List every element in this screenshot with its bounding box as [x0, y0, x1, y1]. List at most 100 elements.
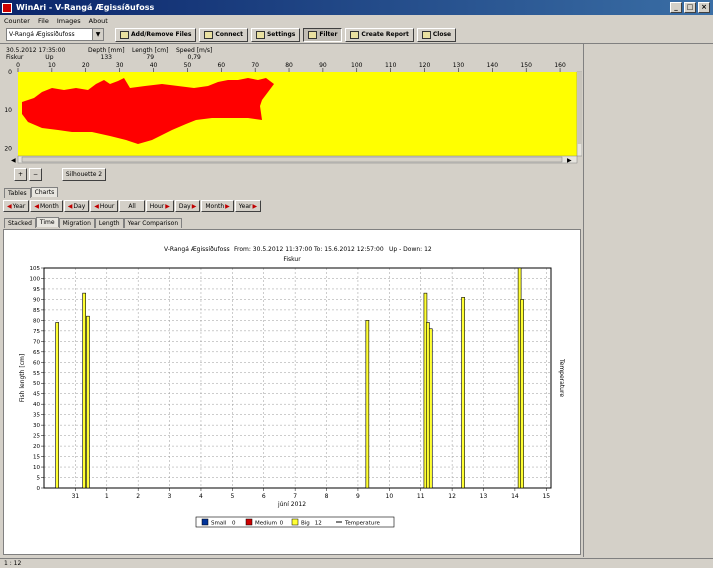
menu-about[interactable]: About: [89, 17, 108, 25]
x-tick-label: 7: [293, 493, 297, 500]
silhouette-y-tick-label: 0: [8, 69, 12, 76]
chart-title: Fiskur: [283, 256, 301, 263]
right-panel: [583, 44, 713, 557]
silhouette-x-tick-label: 90: [319, 62, 327, 69]
x-tick-label: 5: [230, 493, 234, 500]
close-window-button[interactable]: ×: [698, 2, 710, 13]
legend-count-medium: 0: [280, 521, 284, 527]
menu-images[interactable]: Images: [57, 17, 81, 25]
y-tick-label: 25: [33, 434, 40, 440]
silhouette-x-tick-label: 60: [217, 62, 225, 69]
legend-label-temperature: Temperature: [344, 521, 380, 527]
bar-big: [520, 299, 524, 489]
y-tick-label: 15: [33, 455, 40, 461]
add-remove-files-button[interactable]: Add/Remove Files: [115, 27, 197, 42]
arrow-right-icon: ▶: [252, 202, 258, 210]
scroll-left-arrow-icon[interactable]: ◀: [11, 157, 16, 164]
legend-label-medium: Medium: [255, 521, 277, 527]
connect-button[interactable]: Connect: [199, 27, 248, 42]
record-info: 30.5.2012 17:35:00 Fiskur Up: [6, 47, 65, 61]
zoom-out-button[interactable]: −: [29, 168, 42, 181]
silhouette-x-tick-label: 120: [419, 62, 431, 69]
menu-counter[interactable]: Counter: [4, 17, 30, 25]
legend-label-big: Big: [301, 521, 310, 527]
chart-panel: V-Rangá Ægissíðufoss From: 30.5.2012 11:…: [3, 229, 581, 555]
prev-month-button[interactable]: ◀ Month: [30, 200, 63, 212]
bar-big: [428, 328, 433, 489]
next-day-button[interactable]: Day ▶: [174, 200, 201, 212]
speed-label: Speed [m/s]: [176, 47, 213, 54]
zoom-in-icon: +: [17, 171, 24, 178]
files-icon: [120, 30, 129, 39]
bar-big: [365, 320, 370, 489]
next-year-button[interactable]: Year ▶: [234, 200, 262, 212]
settings-icon: [255, 30, 265, 39]
x-tick-label: 6: [262, 493, 266, 500]
add-remove-files-label: Add/Remove Files: [131, 31, 192, 38]
menu-file[interactable]: File: [38, 17, 49, 25]
bar-big: [461, 297, 465, 489]
chart-header-updown: Up - Down: 12: [389, 246, 432, 253]
x-tick-label: 2: [136, 493, 140, 500]
all-button[interactable]: All: [119, 200, 145, 212]
create-report-button[interactable]: Create Report: [345, 27, 414, 42]
x-axis-label: júní 2012: [277, 501, 306, 508]
silhouette-panel: 0 10 20 30 40 50 60 70 80 90 100 110 120 130 140 150 160…: [0, 60, 583, 168]
vertical-scroll-thumb[interactable]: [577, 72, 582, 144]
silhouette-view: 0 10 20 30 40 50 60 70 80 90 100 110 120 130 140 150 160…: [0, 60, 583, 168]
tab-time[interactable]: Time: [35, 217, 59, 227]
zoom-out-icon: −: [32, 171, 39, 178]
y2-axis-label: Temperature: [558, 358, 565, 397]
prev-day-button[interactable]: ◀ Day: [63, 200, 90, 212]
prev-year-button[interactable]: ◀ Year: [3, 200, 30, 212]
silhouette-y-tick-label: 20: [4, 145, 12, 152]
chevron-down-icon[interactable]: ▼: [92, 29, 103, 40]
arrow-left-icon: ◀: [34, 202, 39, 210]
legend-label-small: Small: [211, 521, 227, 527]
horizontal-scroll-thumb[interactable]: [21, 156, 563, 163]
arrow-right-icon: ▶: [165, 202, 170, 210]
location-select-value: V-Rangá Ægissíðufoss: [9, 31, 75, 38]
scroll-right-arrow-icon[interactable]: ▶: [567, 157, 572, 164]
minimize-button[interactable]: _: [670, 2, 682, 13]
tab-stacked[interactable]: Stacked: [4, 218, 36, 228]
close-button[interactable]: Close: [416, 27, 457, 42]
x-tick-label: 8: [325, 493, 329, 500]
silhouette-x-tick-label: 110: [385, 62, 397, 69]
y-tick-label: 60: [33, 360, 40, 366]
chart-tabs: Stacked Time Migration Length Year Compa…: [4, 217, 183, 228]
settings-button[interactable]: Settings: [250, 27, 301, 42]
filter-button[interactable]: Filter: [303, 27, 343, 42]
x-tick-label: 11: [417, 493, 425, 500]
y-tick-label: 0: [37, 486, 41, 492]
prev-hour-button[interactable]: ◀ Hour: [90, 200, 119, 212]
location-select[interactable]: V-Rangá Ægissíðufoss ▼: [6, 28, 104, 41]
chart-header-from: From: 30.5.2012 11:37:00: [234, 246, 312, 253]
next-hour-button[interactable]: Hour ▶: [145, 200, 174, 212]
y-tick-label: 40: [33, 402, 40, 408]
x-tick-label: 10: [386, 493, 394, 500]
connect-label: Connect: [215, 31, 243, 38]
menu-bar: Counter File Images About: [0, 15, 713, 26]
bar-big: [55, 322, 59, 489]
chart-header-location: V-Rangá Ægissíðufoss: [164, 246, 230, 253]
tab-charts[interactable]: Charts: [30, 187, 59, 197]
filter-label: Filter: [319, 31, 338, 38]
tab-length[interactable]: Length: [94, 218, 124, 228]
y-tick-label: 105: [30, 266, 41, 272]
silhouette-x-tick-label: 20: [82, 62, 90, 69]
silhouette-button[interactable]: Silhouette 2: [62, 168, 106, 181]
x-tick-label: 3: [168, 493, 172, 500]
tab-migration[interactable]: Migration: [58, 218, 95, 228]
y-tick-label: 65: [33, 350, 40, 356]
maximize-button[interactable]: □: [684, 2, 696, 13]
y-tick-label: 75: [33, 329, 40, 335]
x-tick-label: 9: [356, 493, 360, 500]
tab-tables[interactable]: Tables: [4, 188, 31, 198]
tab-year-comparison[interactable]: Year Comparison: [123, 218, 183, 228]
silhouette-x-tick-label: 160: [554, 62, 566, 69]
next-month-button[interactable]: Month ▶: [201, 200, 234, 212]
length-info: Length [cm] 79: [132, 47, 168, 61]
zoom-in-button[interactable]: +: [14, 168, 27, 181]
prev-month-label: Month: [39, 202, 59, 210]
